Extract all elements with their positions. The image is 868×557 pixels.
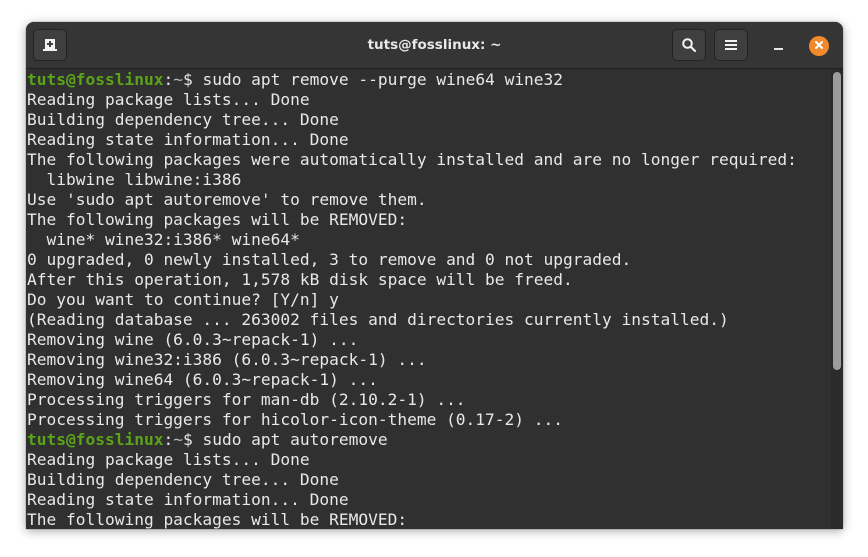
search-button[interactable] [672, 29, 706, 61]
output-line: Removing wine64 (6.0.3~repack-1) ... [27, 370, 378, 389]
minimize-button[interactable] [767, 35, 789, 57]
output-line: Removing wine (6.0.3~repack-1) ... [27, 330, 359, 349]
vertical-scrollbar[interactable] [831, 69, 843, 529]
output-line: Use 'sudo apt autoremove' to remove them… [27, 190, 427, 209]
terminal-lines: tuts@fosslinux:~$ sudo apt remove --purg… [26, 69, 831, 529]
minimize-icon [773, 48, 783, 50]
header-bar: tuts@fosslinux: ~ [26, 22, 843, 69]
output-line: The following packages were automaticall… [27, 150, 797, 169]
prompt-separator: : [163, 430, 174, 449]
prompt-symbol: $ [182, 70, 203, 89]
terminal-output[interactable]: tuts@fosslinux:~$ sudo apt remove --purg… [26, 69, 831, 529]
prompt-user-host: tuts@fosslinux [27, 70, 164, 89]
output-line: Processing triggers for man-db (2.10.2-1… [27, 390, 466, 409]
hamburger-menu-icon [725, 39, 737, 51]
output-line: libwine libwine:i386 [27, 170, 242, 189]
output-line: wine* wine32:i386* wine64* [27, 230, 300, 249]
prompt-separator: : [163, 70, 174, 89]
output-line: 0 upgraded, 0 newly installed, 3 to remo… [27, 250, 632, 269]
command-text: sudo apt remove --purge wine64 wine32 [202, 70, 564, 89]
prompt-path: ~ [173, 70, 183, 89]
search-icon [681, 37, 697, 53]
output-line: Reading package lists... Done [27, 450, 310, 469]
output-line: After this operation, 1,578 kB disk spac… [27, 270, 573, 289]
prompt-symbol: $ [182, 430, 203, 449]
menu-button[interactable] [714, 29, 748, 61]
output-line: Building dependency tree... Done [27, 110, 339, 129]
command-line: tuts@fosslinux:~$ sudo apt remove --purg… [26, 70, 831, 90]
output-line: Building dependency tree... Done [27, 470, 339, 489]
command-line: tuts@fosslinux:~$ sudo apt autoremove [26, 430, 831, 450]
command-text: sudo apt autoremove [202, 430, 388, 449]
scrollbar-thumb[interactable] [833, 72, 841, 370]
terminal-window: tuts@fosslinux: ~ tuts@fosslinux:~$ sudo… [26, 22, 843, 529]
output-line: Removing wine32:i386 (6.0.3~repack-1) ..… [27, 350, 427, 369]
new-tab-icon [42, 38, 58, 52]
output-line: The following packages will be REMOVED: [27, 210, 408, 229]
new-tab-button[interactable] [33, 29, 67, 61]
prompt-path: ~ [173, 430, 183, 449]
output-line: Reading state information... Done [27, 490, 349, 509]
output-line: Processing triggers for hicolor-icon-the… [27, 410, 564, 429]
output-line: (Reading database ... 263002 files and d… [27, 310, 729, 329]
close-button[interactable] [809, 36, 829, 56]
output-line: Do you want to continue? [Y/n] y [27, 290, 339, 309]
output-line: Reading package lists... Done [27, 90, 310, 109]
close-icon [814, 37, 824, 55]
output-line: Reading state information... Done [27, 130, 349, 149]
output-line: The following packages will be REMOVED: [27, 510, 408, 529]
prompt-user-host: tuts@fosslinux [27, 430, 164, 449]
